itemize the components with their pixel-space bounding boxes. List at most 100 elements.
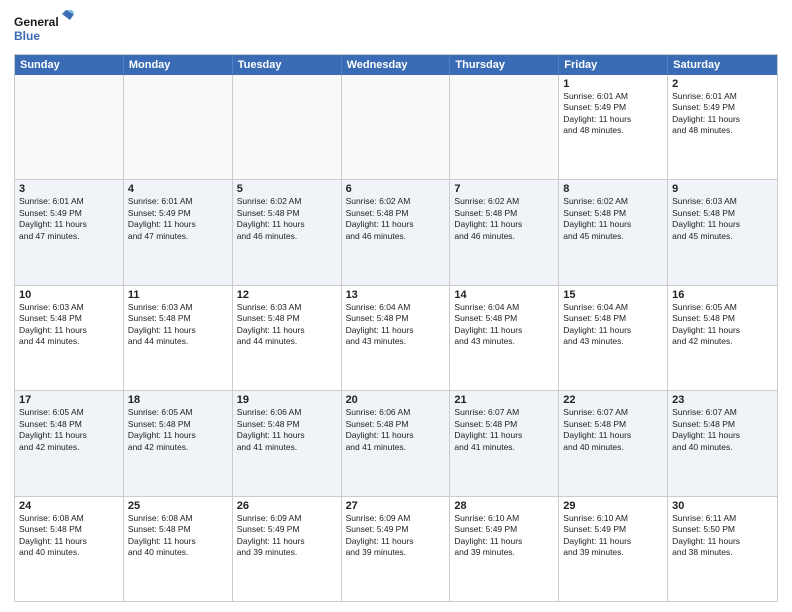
- day-number: 16: [672, 289, 773, 301]
- header: General Blue: [14, 10, 778, 48]
- empty-cell: [233, 75, 342, 179]
- day-info: Sunrise: 6:06 AM Sunset: 5:48 PM Dayligh…: [237, 407, 337, 453]
- day-cell-4: 4Sunrise: 6:01 AM Sunset: 5:49 PM Daylig…: [124, 180, 233, 284]
- day-number: 3: [19, 183, 119, 195]
- day-info: Sunrise: 6:05 AM Sunset: 5:48 PM Dayligh…: [672, 302, 773, 348]
- day-cell-26: 26Sunrise: 6:09 AM Sunset: 5:49 PM Dayli…: [233, 497, 342, 601]
- day-number: 2: [672, 78, 773, 90]
- day-info: Sunrise: 6:09 AM Sunset: 5:49 PM Dayligh…: [346, 513, 446, 559]
- day-number: 5: [237, 183, 337, 195]
- day-number: 30: [672, 500, 773, 512]
- calendar-body: 1Sunrise: 6:01 AM Sunset: 5:49 PM Daylig…: [15, 75, 777, 601]
- day-info: Sunrise: 6:03 AM Sunset: 5:48 PM Dayligh…: [128, 302, 228, 348]
- day-cell-29: 29Sunrise: 6:10 AM Sunset: 5:49 PM Dayli…: [559, 497, 668, 601]
- day-number: 8: [563, 183, 663, 195]
- day-cell-20: 20Sunrise: 6:06 AM Sunset: 5:48 PM Dayli…: [342, 391, 451, 495]
- header-day-sunday: Sunday: [15, 55, 124, 75]
- day-cell-30: 30Sunrise: 6:11 AM Sunset: 5:50 PM Dayli…: [668, 497, 777, 601]
- day-info: Sunrise: 6:01 AM Sunset: 5:49 PM Dayligh…: [672, 91, 773, 137]
- day-info: Sunrise: 6:07 AM Sunset: 5:48 PM Dayligh…: [454, 407, 554, 453]
- header-day-saturday: Saturday: [668, 55, 777, 75]
- day-cell-9: 9Sunrise: 6:03 AM Sunset: 5:48 PM Daylig…: [668, 180, 777, 284]
- logo-svg: General Blue: [14, 10, 74, 48]
- week-row-2: 10Sunrise: 6:03 AM Sunset: 5:48 PM Dayli…: [15, 285, 777, 390]
- svg-text:General: General: [14, 15, 59, 29]
- day-cell-28: 28Sunrise: 6:10 AM Sunset: 5:49 PM Dayli…: [450, 497, 559, 601]
- day-number: 11: [128, 289, 228, 301]
- empty-cell: [450, 75, 559, 179]
- header-day-wednesday: Wednesday: [342, 55, 451, 75]
- day-info: Sunrise: 6:02 AM Sunset: 5:48 PM Dayligh…: [237, 196, 337, 242]
- day-info: Sunrise: 6:01 AM Sunset: 5:49 PM Dayligh…: [128, 196, 228, 242]
- day-number: 26: [237, 500, 337, 512]
- day-number: 27: [346, 500, 446, 512]
- day-number: 4: [128, 183, 228, 195]
- empty-cell: [342, 75, 451, 179]
- day-number: 6: [346, 183, 446, 195]
- day-number: 1: [563, 78, 663, 90]
- day-number: 23: [672, 394, 773, 406]
- day-info: Sunrise: 6:02 AM Sunset: 5:48 PM Dayligh…: [346, 196, 446, 242]
- day-number: 14: [454, 289, 554, 301]
- day-number: 29: [563, 500, 663, 512]
- day-number: 17: [19, 394, 119, 406]
- day-cell-12: 12Sunrise: 6:03 AM Sunset: 5:48 PM Dayli…: [233, 286, 342, 390]
- day-number: 10: [19, 289, 119, 301]
- day-cell-17: 17Sunrise: 6:05 AM Sunset: 5:48 PM Dayli…: [15, 391, 124, 495]
- logo: General Blue: [14, 10, 74, 48]
- day-number: 13: [346, 289, 446, 301]
- day-cell-24: 24Sunrise: 6:08 AM Sunset: 5:48 PM Dayli…: [15, 497, 124, 601]
- header-day-tuesday: Tuesday: [233, 55, 342, 75]
- day-info: Sunrise: 6:04 AM Sunset: 5:48 PM Dayligh…: [563, 302, 663, 348]
- day-cell-3: 3Sunrise: 6:01 AM Sunset: 5:49 PM Daylig…: [15, 180, 124, 284]
- day-number: 20: [346, 394, 446, 406]
- day-number: 12: [237, 289, 337, 301]
- day-number: 15: [563, 289, 663, 301]
- day-info: Sunrise: 6:03 AM Sunset: 5:48 PM Dayligh…: [19, 302, 119, 348]
- day-cell-2: 2Sunrise: 6:01 AM Sunset: 5:49 PM Daylig…: [668, 75, 777, 179]
- day-cell-13: 13Sunrise: 6:04 AM Sunset: 5:48 PM Dayli…: [342, 286, 451, 390]
- day-info: Sunrise: 6:10 AM Sunset: 5:49 PM Dayligh…: [563, 513, 663, 559]
- day-info: Sunrise: 6:01 AM Sunset: 5:49 PM Dayligh…: [19, 196, 119, 242]
- day-cell-15: 15Sunrise: 6:04 AM Sunset: 5:48 PM Dayli…: [559, 286, 668, 390]
- day-info: Sunrise: 6:07 AM Sunset: 5:48 PM Dayligh…: [563, 407, 663, 453]
- header-day-thursday: Thursday: [450, 55, 559, 75]
- day-info: Sunrise: 6:04 AM Sunset: 5:48 PM Dayligh…: [346, 302, 446, 348]
- page: General Blue SundayMondayTuesdayWednesda…: [0, 0, 792, 612]
- day-number: 21: [454, 394, 554, 406]
- day-number: 19: [237, 394, 337, 406]
- day-number: 22: [563, 394, 663, 406]
- day-info: Sunrise: 6:01 AM Sunset: 5:49 PM Dayligh…: [563, 91, 663, 137]
- day-cell-14: 14Sunrise: 6:04 AM Sunset: 5:48 PM Dayli…: [450, 286, 559, 390]
- day-cell-18: 18Sunrise: 6:05 AM Sunset: 5:48 PM Dayli…: [124, 391, 233, 495]
- day-info: Sunrise: 6:03 AM Sunset: 5:48 PM Dayligh…: [237, 302, 337, 348]
- day-info: Sunrise: 6:03 AM Sunset: 5:48 PM Dayligh…: [672, 196, 773, 242]
- header-day-friday: Friday: [559, 55, 668, 75]
- week-row-0: 1Sunrise: 6:01 AM Sunset: 5:49 PM Daylig…: [15, 75, 777, 179]
- empty-cell: [124, 75, 233, 179]
- day-cell-16: 16Sunrise: 6:05 AM Sunset: 5:48 PM Dayli…: [668, 286, 777, 390]
- day-cell-22: 22Sunrise: 6:07 AM Sunset: 5:48 PM Dayli…: [559, 391, 668, 495]
- empty-cell: [15, 75, 124, 179]
- day-cell-7: 7Sunrise: 6:02 AM Sunset: 5:48 PM Daylig…: [450, 180, 559, 284]
- day-number: 9: [672, 183, 773, 195]
- day-info: Sunrise: 6:09 AM Sunset: 5:49 PM Dayligh…: [237, 513, 337, 559]
- day-cell-11: 11Sunrise: 6:03 AM Sunset: 5:48 PM Dayli…: [124, 286, 233, 390]
- header-day-monday: Monday: [124, 55, 233, 75]
- calendar: SundayMondayTuesdayWednesdayThursdayFrid…: [14, 54, 778, 602]
- calendar-header: SundayMondayTuesdayWednesdayThursdayFrid…: [15, 55, 777, 75]
- day-cell-21: 21Sunrise: 6:07 AM Sunset: 5:48 PM Dayli…: [450, 391, 559, 495]
- day-info: Sunrise: 6:06 AM Sunset: 5:48 PM Dayligh…: [346, 407, 446, 453]
- svg-text:Blue: Blue: [14, 29, 40, 43]
- week-row-3: 17Sunrise: 6:05 AM Sunset: 5:48 PM Dayli…: [15, 390, 777, 495]
- day-cell-6: 6Sunrise: 6:02 AM Sunset: 5:48 PM Daylig…: [342, 180, 451, 284]
- week-row-1: 3Sunrise: 6:01 AM Sunset: 5:49 PM Daylig…: [15, 179, 777, 284]
- day-cell-5: 5Sunrise: 6:02 AM Sunset: 5:48 PM Daylig…: [233, 180, 342, 284]
- day-number: 7: [454, 183, 554, 195]
- day-number: 28: [454, 500, 554, 512]
- day-info: Sunrise: 6:02 AM Sunset: 5:48 PM Dayligh…: [563, 196, 663, 242]
- day-number: 18: [128, 394, 228, 406]
- day-cell-23: 23Sunrise: 6:07 AM Sunset: 5:48 PM Dayli…: [668, 391, 777, 495]
- day-info: Sunrise: 6:07 AM Sunset: 5:48 PM Dayligh…: [672, 407, 773, 453]
- day-info: Sunrise: 6:04 AM Sunset: 5:48 PM Dayligh…: [454, 302, 554, 348]
